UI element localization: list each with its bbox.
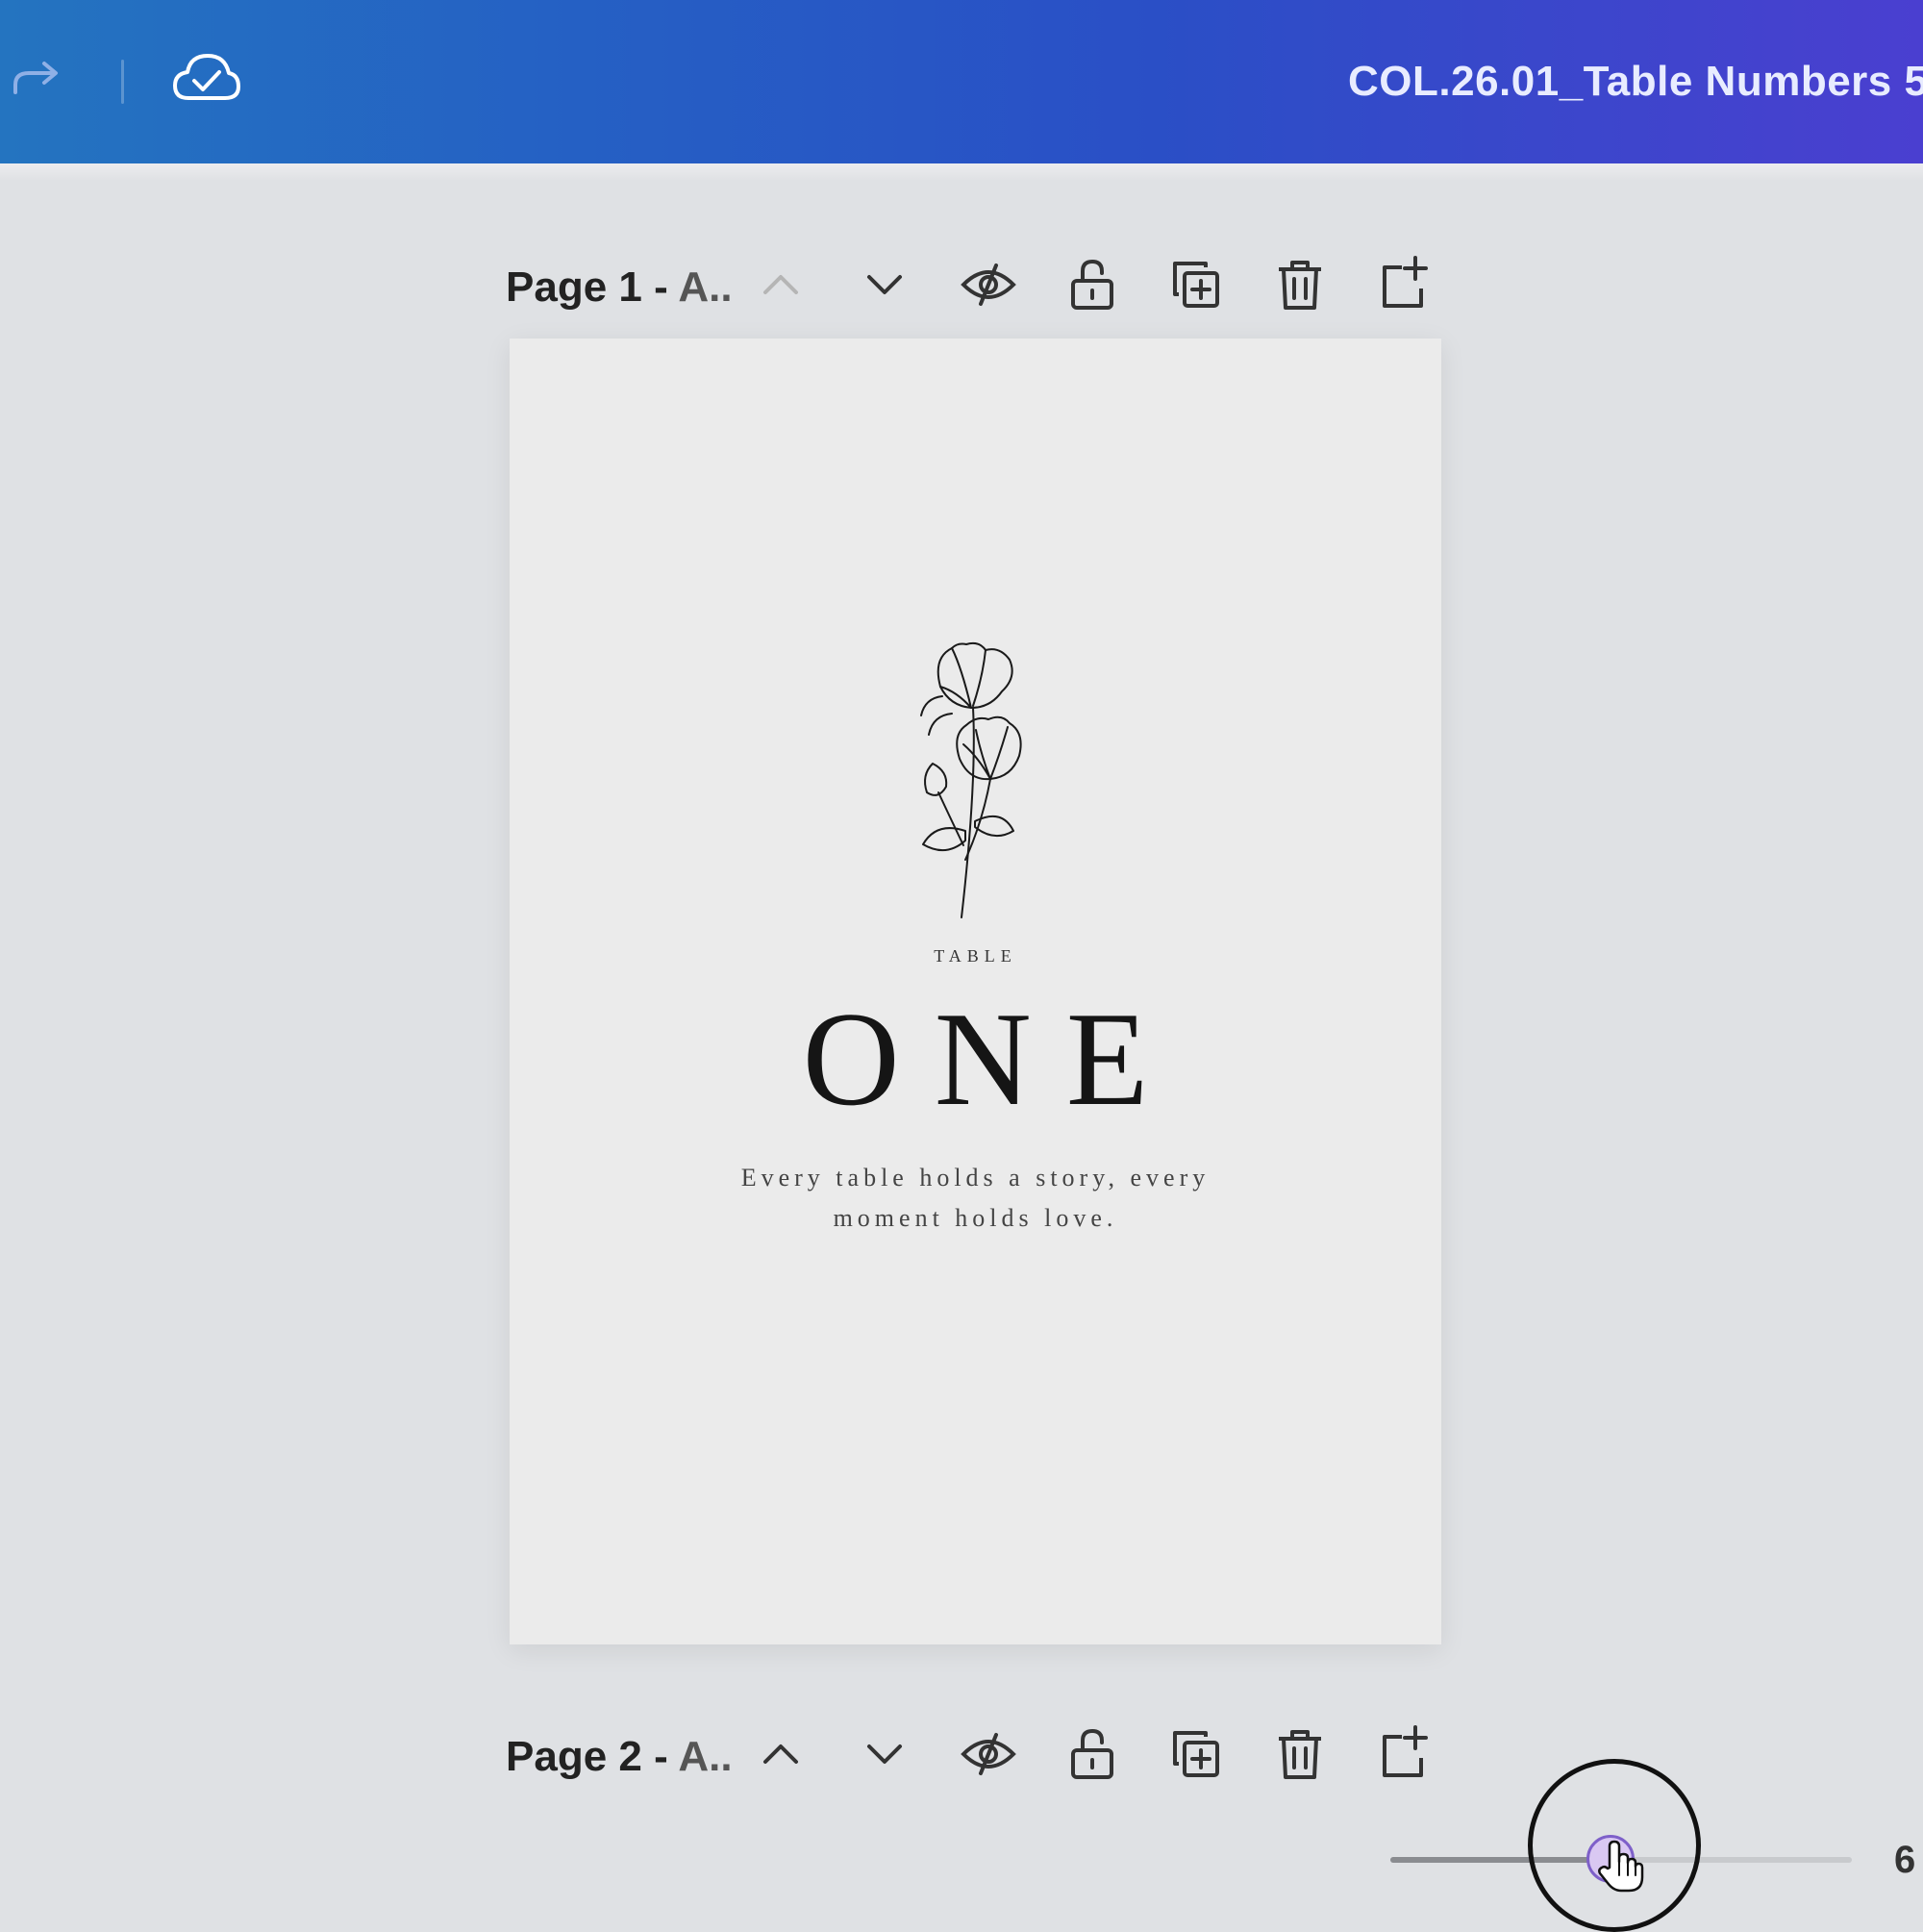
topbar-shadow: [0, 163, 1923, 181]
table-heading: TABLE: [934, 946, 1017, 966]
page-1-subtitle: A..: [678, 263, 733, 311]
design-page-1[interactable]: TABLE ONE Every table holds a story, eve…: [510, 339, 1441, 1644]
tagline-text: Every table holds a story, every moment …: [510, 1158, 1441, 1239]
hand-cursor-icon: [1598, 1840, 1644, 1893]
page-1-title-label: Page 1 -: [506, 263, 679, 311]
chevron-up-icon[interactable]: [750, 254, 812, 315]
document-title[interactable]: COL.26.01_Table Numbers 5"x: [1348, 58, 1923, 106]
page-2-title[interactable]: Page 2 - A..: [506, 1733, 733, 1781]
editor-topbar: COL.26.01_Table Numbers 5"x: [0, 0, 1923, 163]
page-2-header: Page 2 - A..: [506, 1716, 1448, 1793]
cloud-check-icon[interactable]: [171, 50, 240, 108]
trash-icon[interactable]: [1269, 1723, 1331, 1785]
page-2-subtitle: A..: [678, 1733, 733, 1780]
toolbar-divider: [121, 60, 124, 104]
tagline-line-2: moment holds love.: [833, 1204, 1118, 1232]
duplicate-icon[interactable]: [1165, 1723, 1227, 1785]
page-2-title-label: Page 2 -: [506, 1733, 679, 1780]
eye-hide-icon[interactable]: [958, 1723, 1019, 1785]
add-page-icon[interactable]: [1373, 1723, 1435, 1785]
chevron-up-icon[interactable]: [750, 1723, 812, 1785]
unlock-icon[interactable]: [1061, 254, 1123, 315]
table-number-text: ONE: [802, 985, 1184, 1134]
add-page-icon[interactable]: [1373, 254, 1435, 315]
chevron-down-icon[interactable]: [854, 1723, 915, 1785]
unlock-icon[interactable]: [1061, 1723, 1123, 1785]
duplicate-icon[interactable]: [1165, 254, 1227, 315]
page-1-title[interactable]: Page 1 - A..: [506, 263, 733, 312]
trash-icon[interactable]: [1269, 254, 1331, 315]
zoom-percentage[interactable]: 6: [1894, 1839, 1915, 1882]
page-1-header: Page 1 - A..: [506, 246, 1448, 323]
poppy-illustration: [920, 641, 1022, 918]
eye-hide-icon[interactable]: [958, 254, 1019, 315]
chevron-down-icon[interactable]: [854, 254, 915, 315]
tagline-line-1: Every table holds a story, every: [740, 1164, 1211, 1192]
redo-icon[interactable]: [8, 56, 65, 104]
